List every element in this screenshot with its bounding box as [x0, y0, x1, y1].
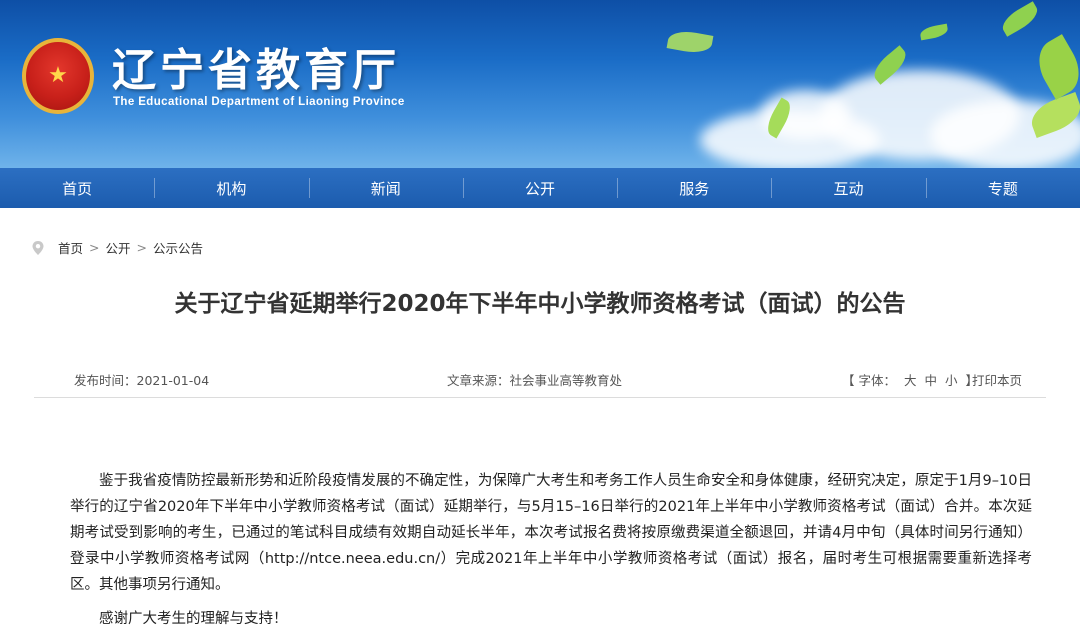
breadcrumb-separator: >	[89, 240, 100, 255]
font-medium-button[interactable]: 中	[924, 373, 937, 388]
nav-item-services[interactable]: 服务	[617, 168, 771, 208]
site-banner: ★ 辽宁省教育厅 The Educational Department of L…	[0, 0, 1080, 168]
article-body: 鉴于我省疫情防控最新形势和近阶段疫情发展的不确定性，为保障广大考生和考务工作人员…	[70, 468, 1032, 632]
print-page-link[interactable]: 打印本页	[972, 370, 1022, 389]
star-icon: ★	[48, 63, 68, 88]
site-subtitle: The Educational Department of Liaoning P…	[113, 96, 405, 108]
location-pin-icon	[32, 240, 44, 255]
national-emblem-icon: ★	[22, 38, 94, 114]
site-title[interactable]: 辽宁省教育厅	[112, 34, 400, 98]
nav-item-public[interactable]: 公开	[462, 168, 617, 208]
font-small-button[interactable]: 小	[945, 373, 958, 388]
breadcrumb-home[interactable]: 首页	[58, 238, 83, 257]
font-size-label: 【 字体：	[842, 373, 896, 388]
nav-item-topics[interactable]: 专题	[925, 168, 1080, 208]
source-info: 文章来源：社会事业高等教育处	[447, 370, 622, 389]
nav-item-interaction[interactable]: 互动	[771, 168, 925, 208]
publish-label: 发布时间：	[74, 373, 137, 388]
article-meta: 发布时间：2021-01-04 文章来源：社会事业高等教育处 【 字体： 大 中…	[34, 362, 1046, 398]
breadcrumb-announcements[interactable]: 公示公告	[153, 238, 203, 257]
article-paragraph: 鉴于我省疫情防控最新形势和近阶段疫情发展的不确定性，为保障广大考生和考务工作人员…	[70, 473, 1032, 593]
main-nav: 首页 机构 新闻 公开 服务 互动 专题	[0, 168, 1080, 208]
breadcrumb: 首页 > 公开 > 公示公告	[30, 238, 203, 257]
article-paragraph: 感谢广大考生的理解与支持！	[99, 611, 288, 627]
source-label: 文章来源：	[447, 373, 510, 388]
nav-item-news[interactable]: 新闻	[308, 168, 463, 208]
breadcrumb-separator: >	[136, 240, 147, 255]
publish-date: 2021-01-04	[136, 373, 210, 388]
font-size-controls: 【 字体： 大 中 小 】	[840, 370, 980, 389]
breadcrumb-public[interactable]: 公开	[106, 238, 131, 257]
publish-info: 发布时间：2021-01-04	[74, 370, 209, 389]
nav-item-home[interactable]: 首页	[0, 168, 154, 208]
source-value: 社会事业高等教育处	[509, 373, 623, 388]
nav-item-institutions[interactable]: 机构	[154, 168, 308, 208]
font-large-button[interactable]: 大	[904, 373, 917, 388]
article-title: 关于辽宁省延期举行2020年下半年中小学教师资格考试（面试）的公告	[174, 291, 906, 317]
